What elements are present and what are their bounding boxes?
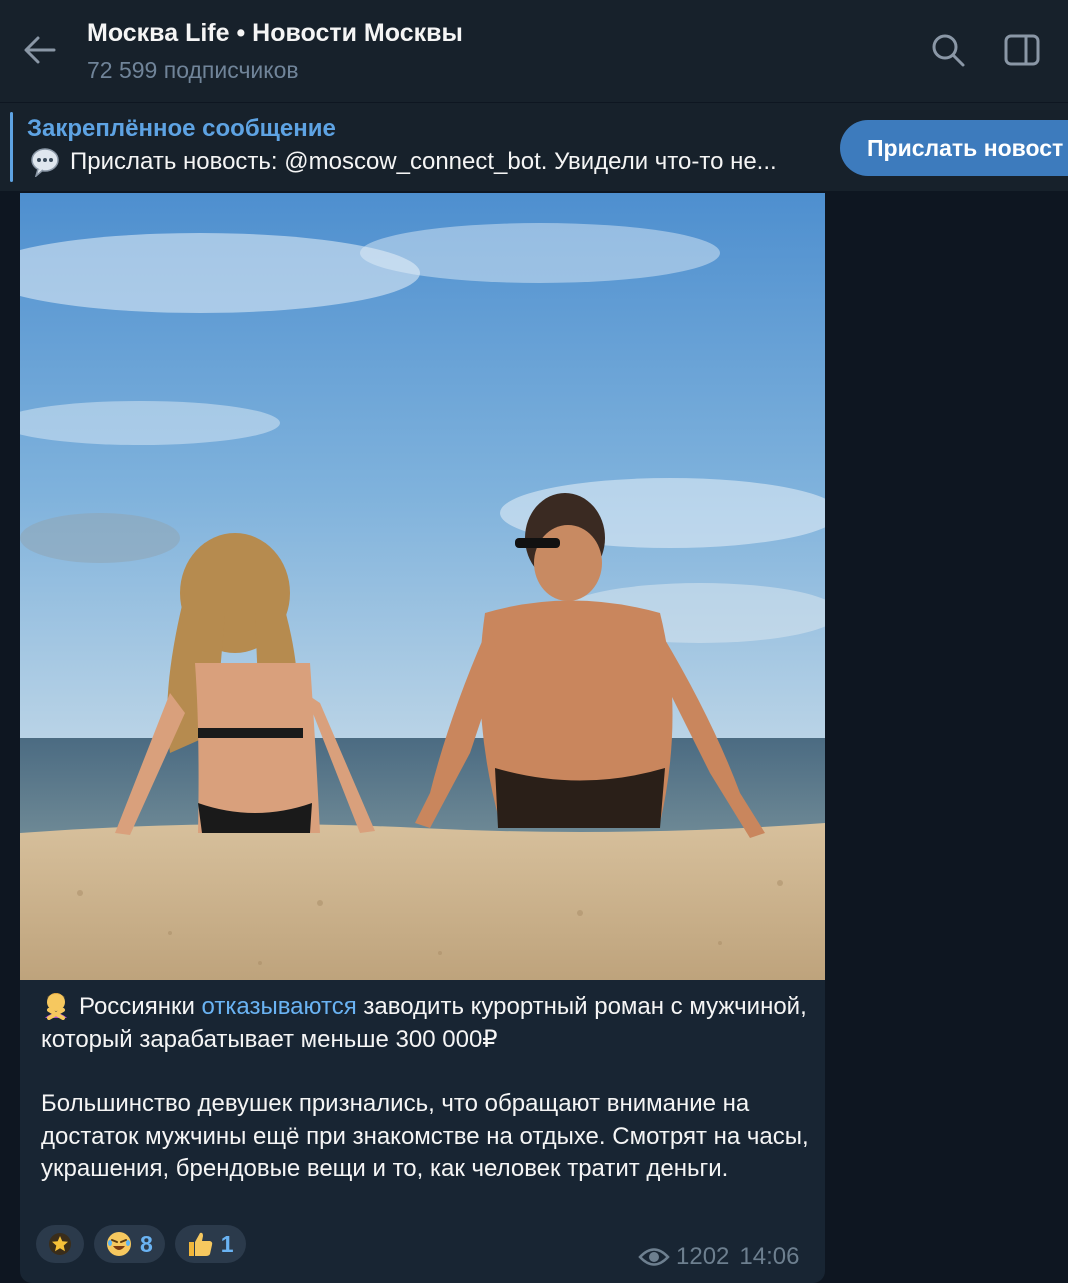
post-time: 14:06 [739, 1243, 800, 1270]
search-icon [932, 34, 965, 67]
post-text: Россиянки отказываются заводить курортны… [41, 990, 811, 1186]
pinned-indicator [10, 112, 13, 182]
view-counter: 1202 [638, 1243, 729, 1271]
pinned-text: Прислать новость: @moscow_connect_bot. У… [70, 148, 777, 175]
eye-icon [638, 1248, 670, 1266]
pinned-preview: Прислать новость: @moscow_connect_bot. У… [30, 147, 777, 179]
woman-gesturing-no-icon [41, 990, 71, 1020]
reaction-count: 1 [220, 1230, 234, 1257]
pinned-message-bar[interactable]: Закреплённое сообщение Прислать новость:… [0, 103, 1068, 191]
channel-post: Россиянки отказываются заводить курортны… [20, 193, 825, 1283]
reaction-rofl[interactable]: 8 [94, 1225, 165, 1263]
post-link[interactable]: отказываются [202, 993, 357, 1020]
reaction-thumbs-up[interactable]: 1 [174, 1225, 246, 1263]
sidebar-icon [1004, 34, 1040, 66]
post-text-lead: Россиянки [79, 993, 202, 1020]
post-meta: 1202 14:06 [638, 1243, 799, 1271]
thumbs-up-icon [188, 1232, 213, 1256]
search-button[interactable] [928, 30, 968, 70]
send-news-button[interactable]: Прислать новост [840, 120, 1068, 176]
rofl-emoji-icon [107, 1232, 131, 1256]
chat-header: Москва Life • Новости Москвы 72 599 подп… [0, 0, 1068, 102]
toggle-sidebar-button[interactable] [1002, 30, 1042, 70]
reactions-row: 8 1 [36, 1225, 246, 1263]
post-paragraph: Большинство девушек признались, что обра… [41, 1090, 809, 1182]
pinned-title: Закреплённое сообщение [27, 115, 336, 142]
back-button[interactable] [20, 30, 60, 70]
subscriber-count: 72 599 подписчиков [87, 57, 299, 83]
arrow-left-icon [24, 36, 56, 64]
view-count: 1202 [676, 1243, 730, 1270]
channel-title[interactable]: Москва Life • Новости Москвы [87, 19, 463, 48]
reaction-count: 8 [140, 1230, 153, 1257]
reaction-star[interactable] [36, 1225, 84, 1263]
star-icon [49, 1233, 71, 1255]
post-photo[interactable] [20, 193, 825, 980]
speech-balloon-icon [30, 147, 60, 179]
